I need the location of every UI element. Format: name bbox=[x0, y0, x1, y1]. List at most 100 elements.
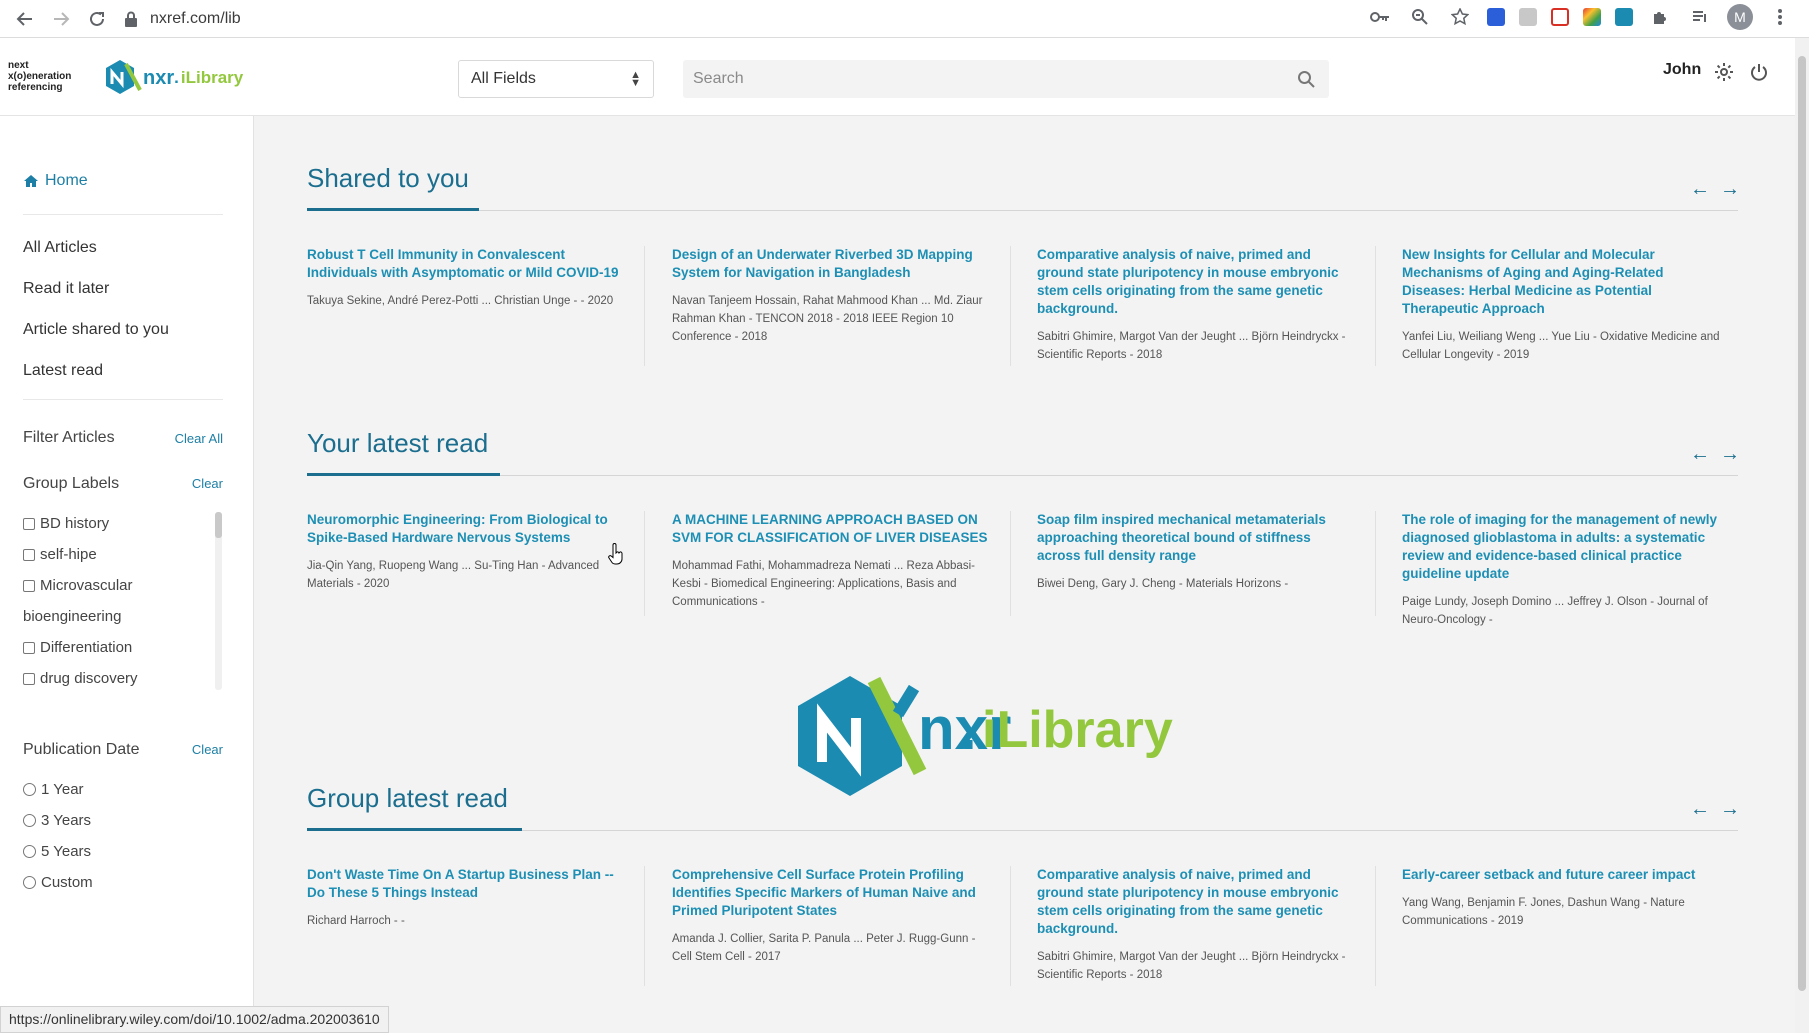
checkbox[interactable] bbox=[23, 517, 35, 530]
article-title[interactable]: Soap film inspired mechanical metamateri… bbox=[1037, 511, 1357, 565]
article-card[interactable]: The role of imaging for the management o… bbox=[1402, 511, 1722, 629]
page-scrollbar[interactable] bbox=[1795, 38, 1809, 1033]
arrow-right-icon[interactable]: → bbox=[1720, 443, 1740, 466]
article-card[interactable]: A MACHINE LEARNING APPROACH BASED ON SVM… bbox=[672, 511, 992, 611]
group-label-option[interactable]: self-hipe bbox=[23, 546, 97, 563]
user-name[interactable]: John bbox=[1663, 61, 1701, 79]
sidebar-item-all-articles[interactable]: All Articles bbox=[23, 239, 97, 257]
article-card[interactable]: Neuromorphic Engineering: From Biologica… bbox=[307, 511, 627, 593]
group-labels-scrollbar[interactable] bbox=[215, 512, 222, 690]
article-title[interactable]: Comparative analysis of naive, primed an… bbox=[1037, 246, 1357, 318]
filter-articles-title: Filter Articles bbox=[23, 429, 115, 446]
bookmark-star-icon[interactable] bbox=[1447, 4, 1473, 30]
section-title: Shared to you bbox=[307, 163, 469, 193]
group-label-option[interactable]: drug discovery bbox=[23, 670, 138, 687]
kebab-menu-icon[interactable] bbox=[1767, 4, 1793, 30]
article-meta: Navan Tanjeem Hossain, Rahat Mahmood Kha… bbox=[672, 295, 983, 343]
key-icon[interactable] bbox=[1367, 4, 1393, 30]
extension-color-icon[interactable] bbox=[1583, 8, 1601, 26]
radio[interactable] bbox=[23, 814, 36, 827]
article-title[interactable]: Design of an Underwater Riverbed 3D Mapp… bbox=[672, 246, 992, 282]
nxr-ilibrary-watermark: nxr . iLibrary bbox=[790, 670, 1173, 800]
article-title[interactable]: A MACHINE LEARNING APPROACH BASED ON SVM… bbox=[672, 511, 992, 547]
carousel-arrows: ← → bbox=[1690, 443, 1740, 466]
radio[interactable] bbox=[23, 876, 36, 889]
radio[interactable] bbox=[23, 783, 36, 796]
puzzle-icon[interactable] bbox=[1647, 4, 1673, 30]
pub-date-text: Custom bbox=[41, 874, 93, 891]
power-icon[interactable] bbox=[1749, 62, 1769, 82]
article-card[interactable]: New Insights for Cellular and Molecular … bbox=[1402, 246, 1722, 364]
arrow-left-icon[interactable]: ← bbox=[1690, 798, 1710, 821]
extension-c-icon[interactable] bbox=[1551, 8, 1569, 26]
search-input[interactable]: Search bbox=[683, 60, 1329, 98]
extension-grey-icon[interactable] bbox=[1519, 8, 1537, 26]
group-labels-scrollbar-thumb[interactable] bbox=[215, 512, 222, 538]
arrow-right-icon[interactable]: → bbox=[1720, 798, 1740, 821]
article-card[interactable]: Soap film inspired mechanical metamateri… bbox=[1037, 511, 1357, 593]
sidebar-item-home[interactable]: Home bbox=[23, 172, 88, 190]
card-divider bbox=[1375, 511, 1376, 616]
gear-icon[interactable] bbox=[1714, 62, 1734, 82]
checkbox[interactable] bbox=[23, 641, 35, 654]
pub-date-option[interactable]: 5 Years bbox=[23, 843, 91, 860]
article-meta: Jia-Qin Yang, Ruopeng Wang ... Su-Ting H… bbox=[307, 560, 600, 590]
carousel-arrows: ← → bbox=[1690, 798, 1740, 821]
arrow-right-icon[interactable]: → bbox=[1720, 178, 1740, 201]
profile-avatar[interactable]: M bbox=[1727, 4, 1753, 30]
address-bar[interactable]: nxref.com/lib bbox=[124, 4, 241, 34]
sidebar-item-read-it-later[interactable]: Read it later bbox=[23, 280, 109, 298]
article-card[interactable]: Comparative analysis of naive, primed an… bbox=[1037, 246, 1357, 364]
pub-date-option[interactable]: Custom bbox=[23, 874, 93, 891]
reading-list-icon[interactable] bbox=[1687, 4, 1713, 30]
watermark-sub-text: iLibrary bbox=[982, 701, 1173, 759]
article-card[interactable]: Don't Waste Time On A Startup Business P… bbox=[307, 866, 627, 930]
checkbox[interactable] bbox=[23, 548, 35, 561]
arrow-left-icon[interactable]: ← bbox=[1690, 443, 1710, 466]
group-label-option[interactable]: Microvascular bbox=[23, 577, 133, 594]
lock-icon bbox=[125, 11, 137, 27]
group-label-text: Microvascular bbox=[40, 577, 133, 594]
checkbox[interactable] bbox=[23, 672, 35, 685]
back-icon[interactable] bbox=[14, 8, 36, 30]
pub-date-option[interactable]: 1 Year bbox=[23, 781, 84, 798]
checkbox[interactable] bbox=[23, 579, 35, 592]
article-title[interactable]: Don't Waste Time On A Startup Business P… bbox=[307, 866, 627, 902]
clear-all-link[interactable]: Clear All bbox=[175, 431, 223, 446]
page-scrollbar-thumb[interactable] bbox=[1798, 56, 1806, 991]
group-label-option[interactable]: Differentiation bbox=[23, 639, 132, 656]
pub-date-option[interactable]: 3 Years bbox=[23, 812, 91, 829]
radio[interactable] bbox=[23, 845, 36, 858]
article-card[interactable]: Design of an Underwater Riverbed 3D Mapp… bbox=[672, 246, 992, 346]
article-title[interactable]: Early-career setback and future career i… bbox=[1402, 866, 1722, 884]
group-label-option[interactable]: BD history bbox=[23, 515, 109, 532]
app-logo[interactable]: nxr . iLibrary bbox=[104, 58, 243, 98]
arrow-left-icon[interactable]: ← bbox=[1690, 178, 1710, 201]
article-title[interactable]: Neuromorphic Engineering: From Biologica… bbox=[307, 511, 627, 547]
article-meta: Sabitri Ghimire, Margot Van der Jeught .… bbox=[1037, 951, 1346, 981]
article-meta: Paige Lundy, Joseph Domino ... Jeffrey J… bbox=[1402, 596, 1708, 626]
select-caret-icon: ▲ ▼ bbox=[630, 69, 641, 89]
publication-date-clear-link[interactable]: Clear bbox=[192, 742, 223, 757]
forward-icon[interactable] bbox=[50, 8, 72, 30]
extension-cap-icon[interactable] bbox=[1487, 8, 1505, 26]
search-icon[interactable] bbox=[1297, 70, 1315, 88]
article-card[interactable]: Early-career setback and future career i… bbox=[1402, 866, 1722, 930]
article-title[interactable]: Robust T Cell Immunity in Convalescent I… bbox=[307, 246, 627, 282]
zoom-icon[interactable] bbox=[1407, 4, 1433, 30]
sidebar-item-latest-read[interactable]: Latest read bbox=[23, 362, 103, 380]
article-card[interactable]: Comparative analysis of naive, primed an… bbox=[1037, 866, 1357, 984]
article-title[interactable]: The role of imaging for the management o… bbox=[1402, 511, 1722, 583]
article-title[interactable]: New Insights for Cellular and Molecular … bbox=[1402, 246, 1722, 318]
group-labels-clear-link[interactable]: Clear bbox=[192, 476, 223, 491]
section-underline bbox=[307, 208, 479, 211]
article-card[interactable]: Robust T Cell Immunity in Convalescent I… bbox=[307, 246, 627, 310]
field-select[interactable]: All Fields ▲ ▼ bbox=[458, 60, 654, 98]
article-title[interactable]: Comprehensive Cell Surface Protein Profi… bbox=[672, 866, 992, 920]
extension-nx-icon[interactable] bbox=[1615, 8, 1633, 26]
article-card[interactable]: Comprehensive Cell Surface Protein Profi… bbox=[672, 866, 992, 966]
section-title: Group latest read bbox=[307, 783, 508, 813]
reload-icon[interactable] bbox=[86, 8, 108, 30]
sidebar-item-article-shared[interactable]: Article shared to you bbox=[23, 321, 169, 339]
article-title[interactable]: Comparative analysis of naive, primed an… bbox=[1037, 866, 1357, 938]
